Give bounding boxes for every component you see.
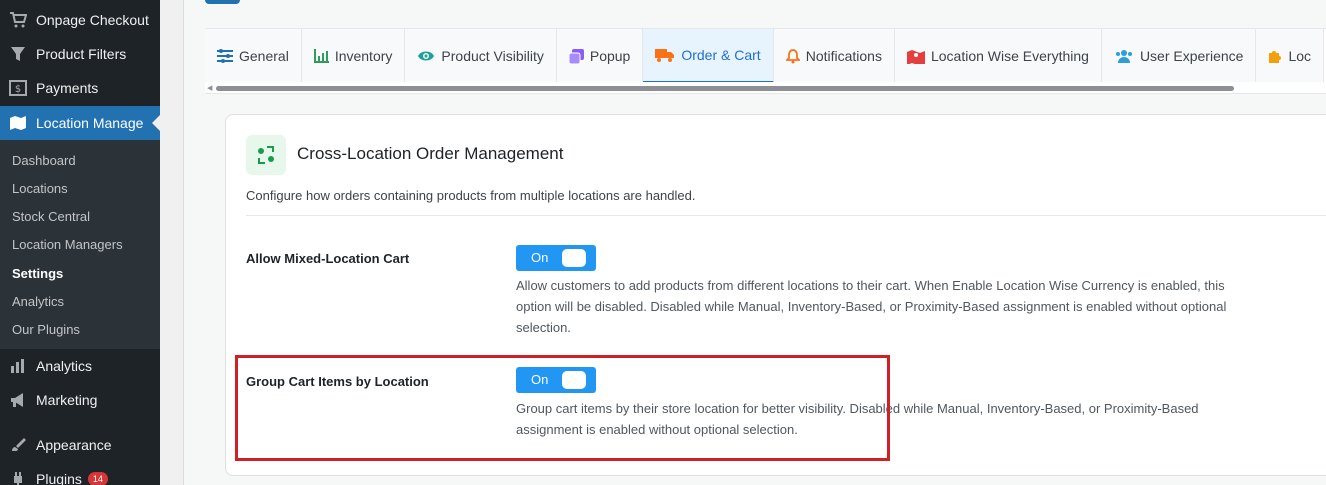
menu-label: Marketing <box>36 392 98 408</box>
tab-label: Location Wise Everything <box>930 48 1089 64</box>
menu-item-analytics[interactable]: Analytics <box>0 349 160 383</box>
sliders-icon <box>217 49 233 63</box>
tab-product-visibility[interactable]: Product Visibility <box>405 29 557 82</box>
brush-icon <box>0 437 36 453</box>
help-line: selection. <box>516 320 571 335</box>
submenu-item-stock-central[interactable]: Stock Central <box>12 209 90 224</box>
puzzle-icon <box>1268 49 1282 63</box>
users-icon <box>1114 49 1134 63</box>
setting-label-mixed-location-cart: Allow Mixed-Location Cart <box>246 251 410 266</box>
submenu-item-locations[interactable]: Locations <box>12 181 68 196</box>
section-title: Cross-Location Order Management <box>297 144 564 163</box>
tab-label: Product Visibility <box>441 48 544 64</box>
tab-loc-truncated[interactable]: Loc <box>1256 29 1325 82</box>
tab-label: Loc <box>1288 48 1312 64</box>
tab-order-cart[interactable]: Order & Cart <box>643 29 774 82</box>
truck-icon <box>655 48 675 62</box>
location-manage-submenu: Dashboard Locations Stock Central Locati… <box>0 140 160 349</box>
tab-label: Inventory <box>334 48 393 64</box>
menu-label: Location Manage <box>36 115 144 131</box>
tab-notifications[interactable]: Notifications <box>773 29 895 82</box>
submenu-item-settings[interactable]: Settings <box>12 266 63 281</box>
menu-label: Appearance <box>36 437 112 453</box>
menu-item-plugins[interactable]: Plugins 14 <box>0 462 160 485</box>
menu-label: Onpage Checkout <box>36 12 149 28</box>
menu-label: Plugins <box>36 471 82 485</box>
menu-item-appearance[interactable]: Appearance <box>0 428 160 462</box>
menu-label: Analytics <box>36 358 93 374</box>
menu-item-marketing[interactable]: Marketing <box>0 383 160 417</box>
bell-icon <box>785 48 800 64</box>
tab-location-wise-everything[interactable]: Location Wise Everything <box>894 29 1102 82</box>
popup-icon <box>568 48 584 64</box>
section-description: Configure how orders containing products… <box>246 188 696 203</box>
tab-user-experience[interactable]: User Experience <box>1101 29 1257 82</box>
tab-label: User Experience <box>1139 48 1244 64</box>
mixed-location-cart-toggle[interactable]: On <box>516 245 596 271</box>
menu-item-product-filters[interactable]: Product Filters <box>0 37 160 71</box>
tab-label: Popup <box>589 48 631 64</box>
eye-icon <box>417 50 435 62</box>
help-line: option will be disabled. Disabled while … <box>516 299 1227 314</box>
highlight-box <box>235 355 890 461</box>
menu-label: Product Filters <box>36 46 127 62</box>
tab-general[interactable]: General <box>205 29 302 82</box>
tab-popup[interactable]: Popup <box>556 29 644 82</box>
top-action-button[interactable] <box>205 0 240 4</box>
submenu-item-location-managers[interactable]: Location Managers <box>12 237 123 252</box>
menu-item-payments[interactable]: $ Payments <box>0 71 160 105</box>
setting-help-mixed-location-cart: Allow customers to add products from dif… <box>516 275 1296 338</box>
map-pin-icon <box>906 48 925 64</box>
tab-label: Order & Cart <box>681 47 761 63</box>
tab-label: General <box>239 48 289 64</box>
plugins-update-badge: 14 <box>87 472 108 485</box>
section-divider <box>246 215 1326 216</box>
bar-chart-icon <box>0 358 36 374</box>
settings-tabs: General Inventory Product Visibility Pop… <box>205 28 1326 82</box>
tab-label: Notifications <box>805 48 882 64</box>
toggle-knob <box>562 249 586 267</box>
chart-icon <box>313 49 329 63</box>
help-line: Allow customers to add products from dif… <box>516 278 1225 293</box>
scroll-left-arrow-icon[interactable]: ◀ <box>207 84 212 92</box>
megaphone-icon <box>0 392 36 408</box>
admin-sidebar: Onpage Checkout Product Filters $ Paymen… <box>0 0 160 485</box>
scrollbar-thumb[interactable] <box>216 86 1234 91</box>
submenu-item-dashboard[interactable]: Dashboard <box>12 153 76 168</box>
cart-icon <box>0 12 36 28</box>
plugin-icon <box>0 471 36 485</box>
svg-text:$: $ <box>15 84 21 95</box>
menu-item-onpage-checkout[interactable]: Onpage Checkout <box>0 3 160 37</box>
menu-label: Payments <box>36 80 99 96</box>
submenu-item-analytics[interactable]: Analytics <box>12 294 64 309</box>
submenu-item-our-plugins[interactable]: Our Plugins <box>12 322 80 337</box>
dollar-icon: $ <box>0 80 36 96</box>
toggle-state: On <box>531 250 549 265</box>
map-icon <box>0 115 36 131</box>
filter-icon <box>0 46 36 62</box>
tab-inventory[interactable]: Inventory <box>301 29 406 82</box>
tabs-scrollbar[interactable]: ◀ <box>205 82 1326 94</box>
exchange-icon <box>246 135 286 175</box>
menu-item-location-manage[interactable]: Location Manage <box>0 106 160 140</box>
